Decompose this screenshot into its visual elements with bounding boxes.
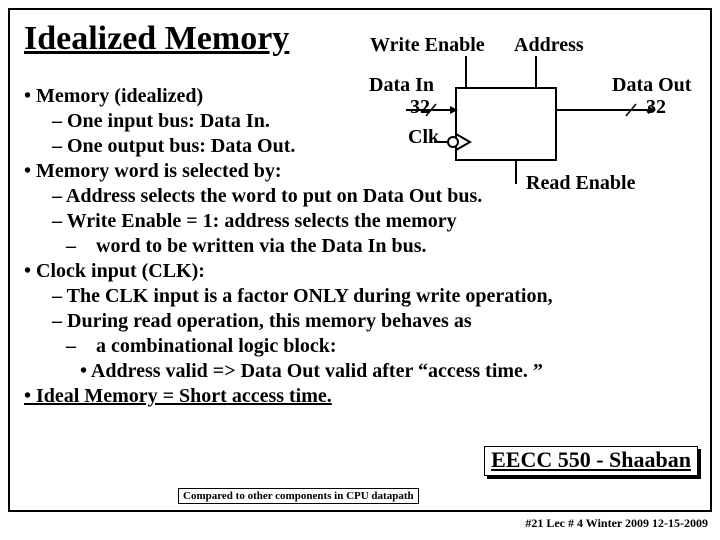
bullet-list: Memory (idealized) One input bus: Data I… bbox=[22, 84, 702, 409]
footnote-box: Compared to other components in CPU data… bbox=[178, 488, 419, 504]
bullet-b3a: The CLK input is a factor ONLY during wr… bbox=[22, 284, 702, 309]
bullet-b3c: Address valid => Data Out valid after “a… bbox=[22, 359, 702, 384]
bullet-b3b-cont: – a combinational logic block: bbox=[22, 334, 702, 359]
bullet-b4: Ideal Memory = Short access time. bbox=[22, 384, 702, 409]
bullet-b2a: Address selects the word to put on Data … bbox=[22, 184, 702, 209]
bullet-b1a: One input bus: Data In. bbox=[22, 109, 702, 134]
address-label: Address bbox=[514, 34, 584, 57]
write-enable-label: Write Enable bbox=[370, 34, 485, 57]
bullet-b2: Memory word is selected by: bbox=[22, 159, 702, 184]
course-box: EECC 550 - Shaaban bbox=[484, 446, 698, 476]
slide-title: Idealized Memory bbox=[24, 20, 289, 58]
bullet-b1b: One output bus: Data Out. bbox=[22, 134, 702, 159]
page-info: #21 Lec # 4 Winter 2009 12-15-2009 bbox=[525, 516, 708, 531]
bullet-b1: Memory (idealized) bbox=[22, 84, 702, 109]
bullet-b2b-cont-text: word to be written via the Data In bus. bbox=[96, 235, 427, 257]
bullet-b3b: During read operation, this memory behav… bbox=[22, 309, 702, 334]
slide-frame: Idealized Memory Write Enable Address bbox=[8, 8, 712, 512]
bullet-b3: Clock input (CLK): bbox=[22, 259, 702, 284]
bullet-b2b-cont: – word to be written via the Data In bus… bbox=[22, 234, 702, 259]
bullet-b2b: Write Enable = 1: address selects the me… bbox=[22, 209, 702, 234]
bullet-b3b-cont-text: a combinational logic block: bbox=[96, 335, 337, 357]
